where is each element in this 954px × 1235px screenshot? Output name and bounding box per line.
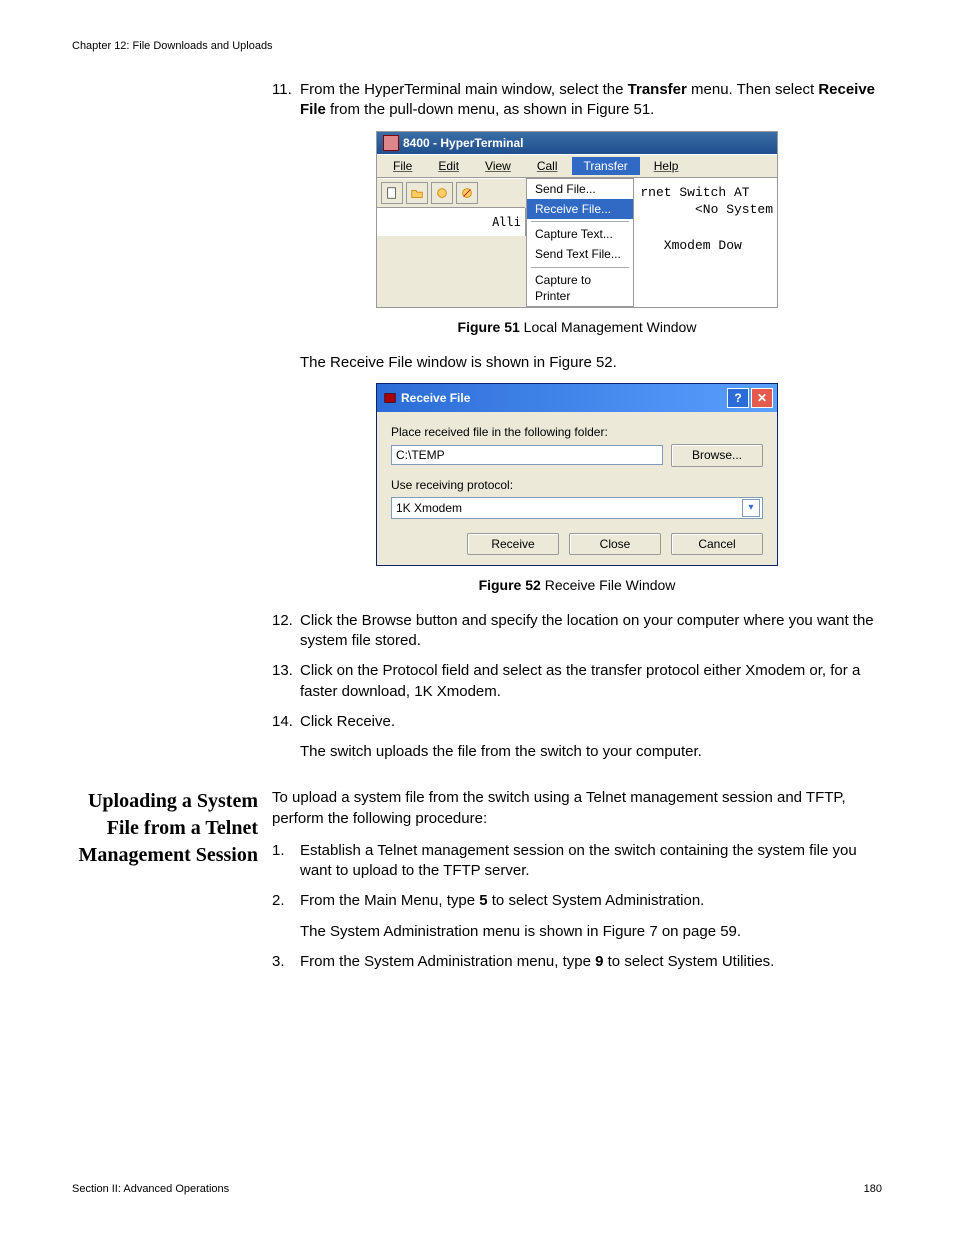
terminal-right: rnet Switch AT <No System Xmodem Dow bbox=[634, 178, 777, 307]
cancel-button[interactable]: Cancel bbox=[671, 533, 763, 555]
step-14: Click Receive. bbox=[300, 712, 882, 732]
step-11: From the HyperTerminal main window, sele… bbox=[300, 80, 882, 121]
dialog-title: Receive File bbox=[401, 390, 470, 406]
menuitem-receive-file[interactable]: Receive File... bbox=[527, 199, 633, 219]
close-dialog-button[interactable]: Close bbox=[569, 533, 661, 555]
open-icon[interactable] bbox=[406, 182, 428, 204]
receive-button[interactable]: Receive bbox=[467, 533, 559, 555]
call-icon[interactable] bbox=[431, 182, 453, 204]
folder-label: Place received file in the following fol… bbox=[391, 424, 763, 440]
menuitem-send-text-file[interactable]: Send Text File... bbox=[527, 244, 633, 264]
figure-52-receive-file-dialog: Receive File ? ✕ Place received file in … bbox=[376, 383, 778, 566]
section-step-1: Establish a Telnet management session on… bbox=[300, 841, 882, 882]
menu-help[interactable]: Help bbox=[642, 157, 691, 175]
menuitem-capture-text[interactable]: Capture Text... bbox=[527, 224, 633, 244]
protocol-select[interactable]: 1K Xmodem ▾ bbox=[391, 497, 763, 519]
menu-transfer[interactable]: Transfer bbox=[572, 157, 640, 175]
figure-52-caption: Figure 52 Receive File Window bbox=[272, 576, 882, 595]
between-figures-text: The Receive File window is shown in Figu… bbox=[300, 353, 882, 373]
step-number: 3. bbox=[272, 952, 300, 972]
section-intro: To upload a system file from the switch … bbox=[272, 788, 882, 829]
terminal-left: Alli bbox=[377, 208, 526, 236]
menu-view[interactable]: View bbox=[473, 157, 523, 175]
section-heading: Uploading a System File from a Telnet Ma… bbox=[72, 788, 258, 869]
step-number: 1. bbox=[272, 841, 300, 882]
footer-page: 180 bbox=[864, 1183, 882, 1195]
footer-section: Section II: Advanced Operations bbox=[72, 1183, 229, 1195]
chapter-header: Chapter 12: File Downloads and Uploads bbox=[72, 40, 882, 52]
section-step-3: From the System Administration menu, typ… bbox=[300, 952, 882, 972]
step-number: 11. bbox=[272, 80, 300, 121]
step-number: 13. bbox=[272, 661, 300, 702]
window-titlebar: 8400 - HyperTerminal bbox=[377, 132, 777, 154]
transfer-dropdown: Send File... Receive File... Capture Tex… bbox=[526, 178, 634, 307]
step-number: 12. bbox=[272, 611, 300, 652]
menu-edit[interactable]: Edit bbox=[426, 157, 471, 175]
menu-call[interactable]: Call bbox=[525, 157, 570, 175]
protocol-label: Use receiving protocol: bbox=[391, 477, 763, 493]
app-icon bbox=[383, 135, 399, 151]
dialog-icon bbox=[383, 391, 397, 405]
step-13: Click on the Protocol field and select a… bbox=[300, 661, 882, 702]
menubar: File Edit View Call Transfer Help bbox=[377, 154, 777, 178]
hangup-icon[interactable] bbox=[456, 182, 478, 204]
dialog-titlebar: Receive File ? ✕ bbox=[377, 384, 777, 412]
step-12: Click the Browse button and specify the … bbox=[300, 611, 882, 652]
new-icon[interactable] bbox=[381, 182, 403, 204]
figure-51-caption: Figure 51 Local Management Window bbox=[272, 318, 882, 337]
menuitem-send-file[interactable]: Send File... bbox=[527, 179, 633, 199]
section-step-2: From the Main Menu, type 5 to select Sys… bbox=[300, 891, 882, 911]
figure-51-hyperterminal-window: 8400 - HyperTerminal File Edit View Call… bbox=[376, 131, 778, 309]
menu-file[interactable]: File bbox=[381, 157, 424, 175]
chevron-down-icon: ▾ bbox=[742, 499, 760, 517]
help-button[interactable]: ? bbox=[727, 388, 749, 408]
browse-button[interactable]: Browse... bbox=[671, 444, 763, 466]
toolbar bbox=[377, 178, 525, 208]
window-title: 8400 - HyperTerminal bbox=[403, 135, 524, 151]
section-step-2-result: The System Administration menu is shown … bbox=[300, 922, 882, 942]
menuitem-capture-to-printer[interactable]: Capture to Printer bbox=[527, 270, 633, 306]
step-14-result: The switch uploads the file from the swi… bbox=[300, 742, 882, 762]
protocol-value: 1K Xmodem bbox=[396, 500, 462, 516]
close-button[interactable]: ✕ bbox=[751, 388, 773, 408]
step-number: 14. bbox=[272, 712, 300, 732]
step-number: 2. bbox=[272, 891, 300, 911]
folder-input[interactable]: C:\TEMP bbox=[391, 445, 663, 465]
